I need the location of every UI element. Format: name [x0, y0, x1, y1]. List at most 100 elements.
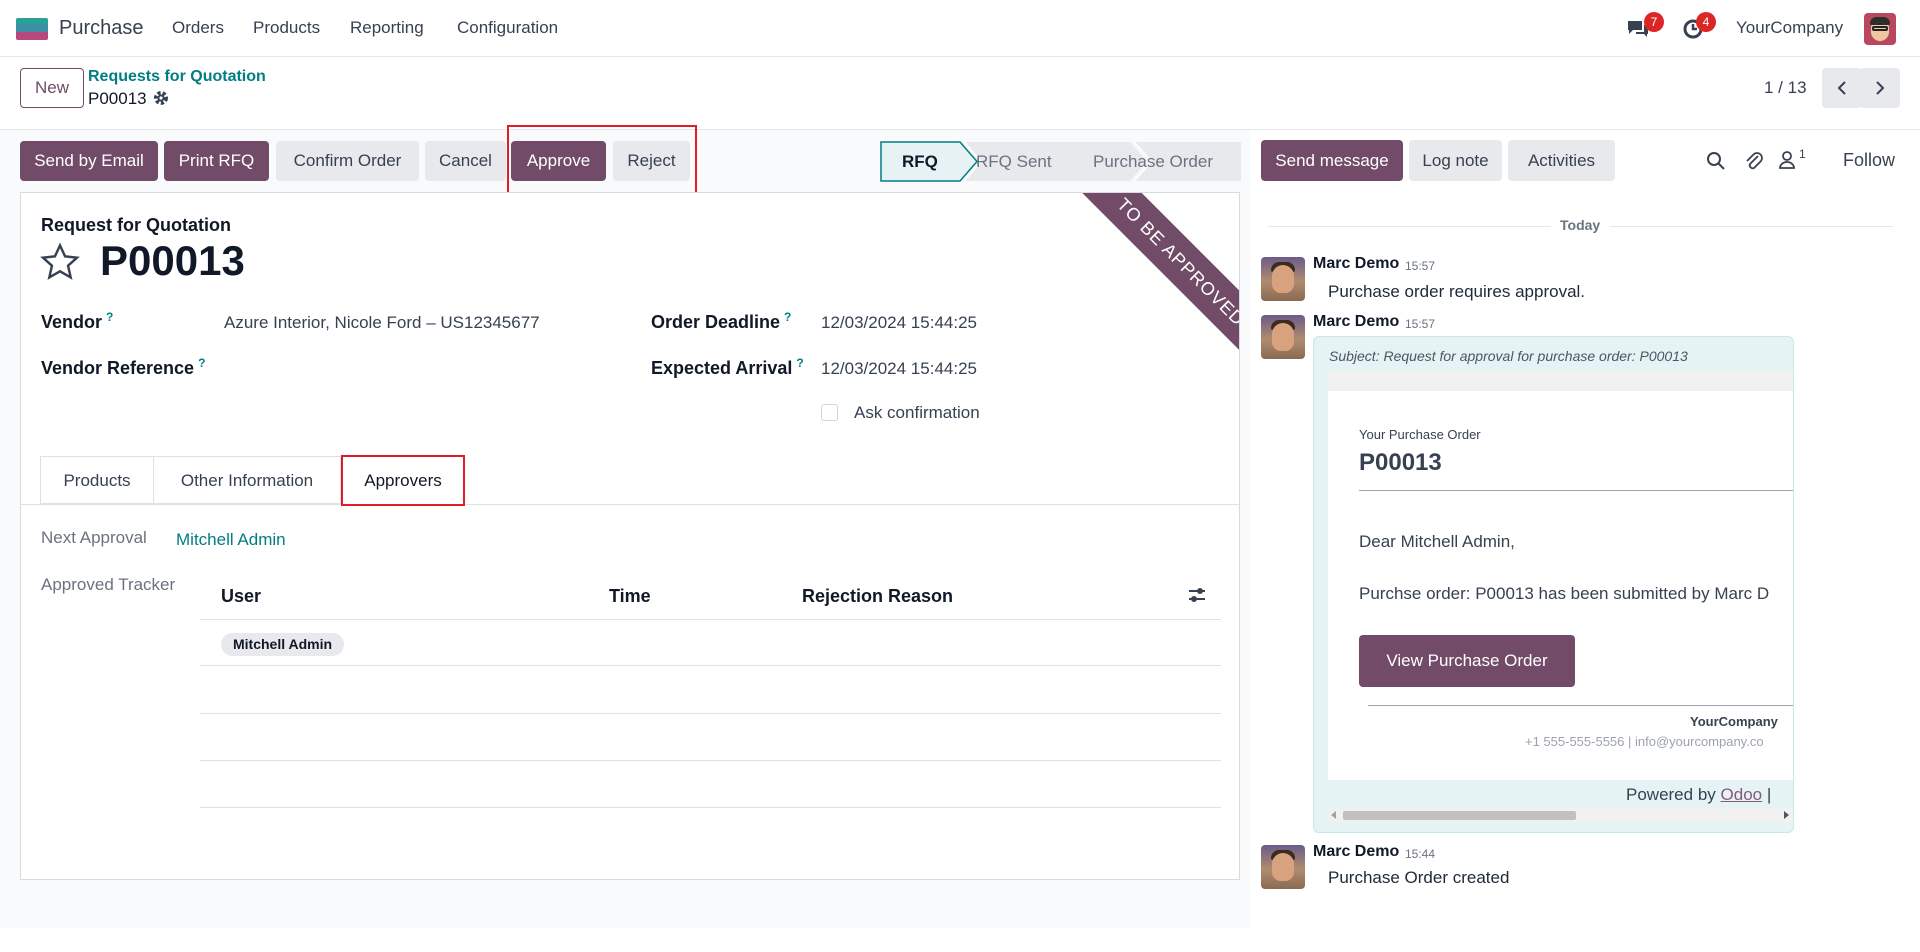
chevron-left-icon: [1837, 81, 1846, 95]
email-footer-company: YourCompany: [1690, 714, 1778, 729]
ribbon-text: TO BE APPROVED: [1113, 194, 1240, 330]
stage-purchase-order[interactable]: Purchase Order: [1093, 141, 1213, 182]
send-by-email-button[interactable]: Send by Email: [20, 141, 158, 181]
app-logo-icon[interactable]: [16, 18, 48, 40]
message-time: 15:57: [1405, 259, 1436, 273]
next-approval-value[interactable]: Mitchell Admin: [176, 530, 286, 550]
user-tag[interactable]: Mitchell Admin: [221, 633, 345, 656]
message-author[interactable]: Marc Demo: [1313, 255, 1399, 273]
followers-count: 1: [1799, 147, 1806, 161]
email-footer-divider: [1368, 705, 1793, 706]
email-title-divider: [1359, 490, 1793, 491]
column-header-user[interactable]: User: [221, 586, 261, 607]
messages-badge: 7: [1644, 12, 1664, 32]
ask-confirmation-checkbox[interactable]: [821, 404, 838, 421]
optional-columns-icon[interactable]: [1188, 586, 1206, 604]
email-body: Purchse order: P00013 has been submitted…: [1359, 584, 1770, 603]
pager-next-button[interactable]: [1860, 68, 1900, 108]
expected-arrival-field[interactable]: 12/03/2024 15:44:25: [821, 359, 977, 379]
menu-configuration[interactable]: Configuration: [457, 18, 558, 38]
print-rfq-button[interactable]: Print RFQ: [164, 141, 269, 181]
today-divider-left: [1268, 226, 1551, 227]
approved-tracker-table: User Time Rejection Reason Mitchell Admi…: [200, 572, 1221, 810]
today-divider-right: [1610, 226, 1893, 227]
page-bottom-strip: [0, 928, 1250, 952]
menu-products[interactable]: Products: [253, 18, 320, 38]
table-row-empty: [200, 667, 1221, 714]
highlight-approvers-tab: [341, 455, 465, 506]
company-switcher[interactable]: YourCompany: [1736, 18, 1843, 38]
followers-icon[interactable]: [1778, 150, 1798, 170]
stage-rfq-sent[interactable]: RFQ Sent: [976, 141, 1052, 182]
send-message-button[interactable]: Send message: [1261, 140, 1403, 181]
message-body: Purchase order requires approval.: [1328, 282, 1586, 301]
email-greeting: Dear Mitchell Admin,: [1359, 532, 1515, 551]
breadcrumb-current: P00013: [88, 89, 147, 108]
scroll-left-arrow[interactable]: [1331, 811, 1336, 819]
message-body: Purchase Order created: [1328, 868, 1510, 887]
avatar[interactable]: [1261, 845, 1305, 889]
column-header-time[interactable]: Time: [609, 586, 651, 607]
activities-badge: 4: [1696, 12, 1716, 32]
pager-previous-button[interactable]: [1822, 68, 1862, 108]
email-message-bubble: Subject: Request for approval for purcha…: [1313, 336, 1794, 833]
pager-value[interactable]: 1 / 13: [1764, 78, 1807, 98]
status-ribbon: TO BE APPROVED: [1074, 193, 1240, 369]
message-author[interactable]: Marc Demo: [1313, 313, 1399, 331]
follow-button[interactable]: Follow: [1843, 150, 1895, 171]
top-navbar: Purchase Orders Products Reporting Confi…: [0, 0, 1920, 57]
email-kicker: Your Purchase Order: [1359, 427, 1481, 442]
vendor-reference-label: Vendor Reference?: [41, 356, 206, 378]
vendor-field[interactable]: Azure Interior, Nicole Ford – US12345677: [224, 313, 540, 333]
scroll-right-arrow[interactable]: [1784, 811, 1789, 819]
attachment-icon[interactable]: [1744, 150, 1764, 172]
message-time: 15:57: [1405, 317, 1436, 331]
email-preview: Your Purchase Order P00013 Dear Mitchell…: [1328, 371, 1793, 780]
ask-confirmation-label: Ask confirmation: [854, 403, 980, 422]
cancel-button[interactable]: Cancel: [425, 141, 506, 181]
message-author[interactable]: Marc Demo: [1313, 843, 1399, 861]
scrollbar-thumb[interactable]: [1343, 811, 1576, 820]
column-header-rejection-reason[interactable]: Rejection Reason: [802, 586, 953, 607]
log-note-button[interactable]: Log note: [1409, 140, 1502, 181]
vendor-label: Vendor?: [41, 310, 114, 332]
email-card: Your Purchase Order P00013 Dear Mitchell…: [1328, 391, 1793, 780]
email-footer-contact: +1 555-555-5556 | info@yourcompany.co: [1525, 734, 1764, 749]
approved-tracker-label: Approved Tracker: [41, 575, 176, 594]
avatar[interactable]: [1261, 315, 1305, 359]
star-icon[interactable]: [39, 241, 81, 283]
today-separator: Today: [1560, 217, 1601, 233]
new-button[interactable]: New: [20, 68, 84, 108]
highlight-approve-reject: [507, 125, 697, 194]
view-purchase-order-button[interactable]: View Purchase Order: [1359, 635, 1575, 687]
tab-other-information[interactable]: Other Information: [153, 456, 341, 504]
confirm-order-button[interactable]: Confirm Order: [276, 141, 419, 181]
activities-button[interactable]: Activities: [1508, 140, 1615, 181]
chevron-right-icon: [1876, 81, 1885, 95]
record-title: P00013: [100, 237, 245, 284]
email-title: P00013: [1359, 449, 1442, 476]
order-deadline-field[interactable]: 12/03/2024 15:44:25: [821, 313, 977, 333]
email-powered-by: Powered by Odoo |: [1626, 785, 1772, 804]
table-row[interactable]: Mitchell Admin: [200, 620, 1221, 666]
tab-products[interactable]: Products: [40, 456, 154, 504]
search-icon[interactable]: [1706, 151, 1726, 171]
table-row-empty: [200, 761, 1221, 808]
user-avatar[interactable]: [1864, 13, 1896, 45]
breadcrumb-parent[interactable]: Requests for Quotation: [88, 68, 266, 86]
message-time: 15:44: [1405, 847, 1436, 861]
order-deadline-label: Order Deadline?: [651, 310, 792, 332]
odoo-link[interactable]: Odoo: [1721, 785, 1763, 804]
horizontal-scrollbar[interactable]: [1328, 808, 1793, 822]
expected-arrival-label: Expected Arrival?: [651, 356, 804, 378]
app-name[interactable]: Purchase: [59, 17, 144, 40]
menu-orders[interactable]: Orders: [172, 18, 224, 38]
stage-rfq[interactable]: RFQ: [902, 141, 938, 182]
control-panel: [0, 57, 1920, 130]
vendor-reference-field[interactable]: [224, 353, 624, 381]
gear-icon[interactable]: [153, 90, 169, 106]
next-approval-label: Next Approval: [41, 528, 147, 547]
email-subject: Subject: Request for approval for purcha…: [1329, 348, 1688, 364]
avatar[interactable]: [1261, 257, 1305, 301]
menu-reporting[interactable]: Reporting: [350, 18, 424, 38]
